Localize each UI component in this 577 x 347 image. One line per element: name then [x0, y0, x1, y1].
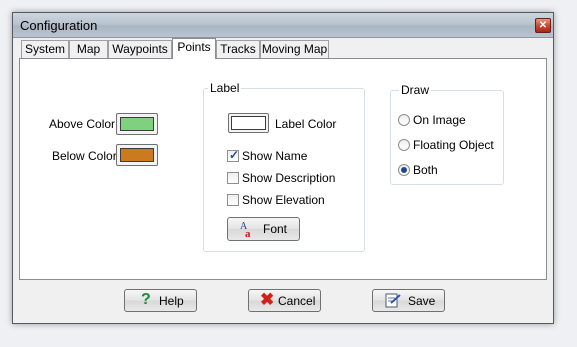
above-color-swatch	[120, 117, 154, 131]
label-color-text: Label Color	[275, 117, 337, 131]
tab-moving-map[interactable]: Moving Map	[260, 40, 329, 58]
tab-map[interactable]: Map	[69, 40, 108, 58]
tab-system[interactable]: System	[21, 40, 69, 58]
save-icon	[385, 293, 401, 309]
label-group-legend: Label	[208, 81, 242, 95]
draw-group-legend: Draw	[399, 83, 432, 97]
radio-floating-object[interactable]	[398, 139, 410, 151]
points-tab-panel: Above Color Below Color Label Label Colo…	[19, 58, 547, 280]
save-button-label: Save	[408, 294, 436, 308]
tab-label: Moving Map	[261, 42, 328, 56]
tab-label: Tracks	[220, 42, 256, 56]
show-name-checkbox[interactable]: ✓	[227, 148, 240, 162]
cancel-icon: ✖	[260, 290, 275, 309]
radio-floating-object-label[interactable]: Floating Object	[413, 138, 494, 152]
tab-label: Points	[177, 40, 211, 54]
configuration-window: Configuration ✕ System Map Waypoints Poi…	[12, 12, 554, 324]
tab-tracks[interactable]: Tracks	[216, 40, 260, 58]
title-bar[interactable]: Configuration ✕	[13, 13, 553, 38]
radio-both-label[interactable]: Both	[413, 163, 438, 177]
close-button[interactable]: ✕	[535, 18, 551, 33]
radio-on-image-label[interactable]: On Image	[413, 113, 466, 127]
tab-label: System	[24, 42, 65, 56]
help-button-label: Help	[159, 294, 184, 308]
below-color-swatch	[120, 148, 154, 162]
save-button[interactable]: Save	[372, 289, 445, 312]
show-description-label[interactable]: Show Description	[242, 171, 335, 185]
show-elevation-checkbox[interactable]	[227, 194, 239, 206]
svg-text:a: a	[245, 228, 251, 238]
tab-waypoints[interactable]: Waypoints	[108, 40, 172, 58]
font-button[interactable]: A a Font	[227, 217, 300, 241]
font-icon: A a	[240, 220, 256, 240]
radio-on-image[interactable]	[398, 114, 410, 126]
help-button[interactable]: ? Help	[124, 289, 197, 312]
radio-both[interactable]	[398, 164, 410, 176]
below-color-label: Below Color	[52, 149, 117, 163]
below-color-button[interactable]	[116, 144, 158, 166]
above-color-button[interactable]	[116, 113, 158, 135]
font-button-label: Font	[263, 222, 288, 236]
radio-selected-dot	[401, 167, 407, 173]
show-name-label[interactable]: Show Name	[242, 149, 307, 163]
label-color-button[interactable]	[228, 113, 269, 133]
checkmark-icon: ✓	[229, 148, 240, 162]
window-title: Configuration	[20, 18, 98, 33]
cancel-button[interactable]: ✖ Cancel	[248, 289, 321, 312]
label-color-swatch	[231, 116, 266, 130]
help-icon: ?	[141, 291, 151, 308]
tab-points[interactable]: Points	[172, 38, 216, 59]
cancel-button-label: Cancel	[278, 294, 316, 308]
tab-label: Map	[76, 42, 101, 56]
above-color-label: Above Color	[49, 117, 116, 131]
show-elevation-label[interactable]: Show Elevation	[242, 193, 325, 207]
close-icon: ✕	[538, 20, 548, 31]
show-description-checkbox[interactable]	[227, 172, 239, 184]
tab-label: Waypoints	[112, 42, 168, 56]
